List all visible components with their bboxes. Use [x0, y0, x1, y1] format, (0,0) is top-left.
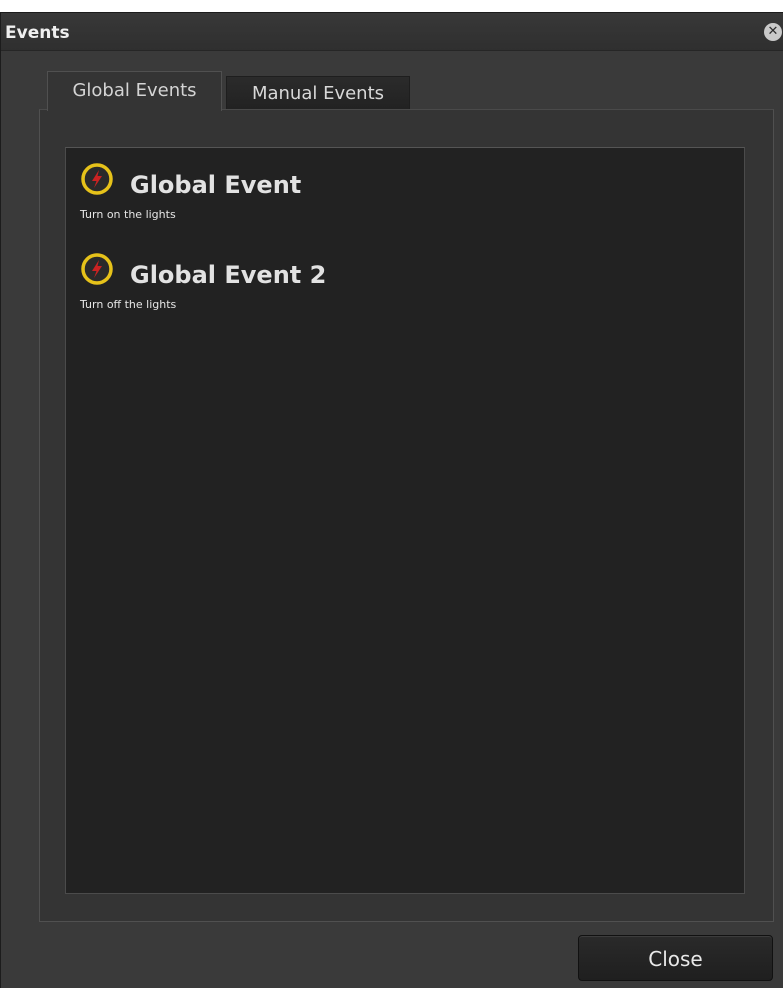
lightning-bolt-icon — [81, 253, 113, 285]
dialog-title: Events — [5, 23, 70, 43]
event-description: Turn on the lights — [80, 208, 176, 221]
close-circle-icon[interactable]: ✕ — [764, 23, 782, 41]
event-title: Global Event 2 — [130, 261, 327, 289]
close-button[interactable]: Close — [578, 935, 773, 981]
tab-global-events[interactable]: Global Events — [47, 71, 222, 111]
events-list: Global Event Turn on the lights Global E… — [65, 147, 745, 894]
lightning-bolt-icon — [81, 163, 113, 195]
title-bar[interactable]: Events ✕ — [1, 13, 783, 51]
list-item[interactable]: Global Event Turn on the lights — [80, 162, 380, 224]
list-item[interactable]: Global Event 2 Turn off the lights — [80, 252, 380, 314]
event-title: Global Event — [130, 171, 302, 199]
events-dialog: Events ✕ Global Events Manual Events Glo… — [0, 12, 783, 988]
tab-manual-events[interactable]: Manual Events — [226, 76, 410, 109]
event-description: Turn off the lights — [80, 298, 177, 311]
